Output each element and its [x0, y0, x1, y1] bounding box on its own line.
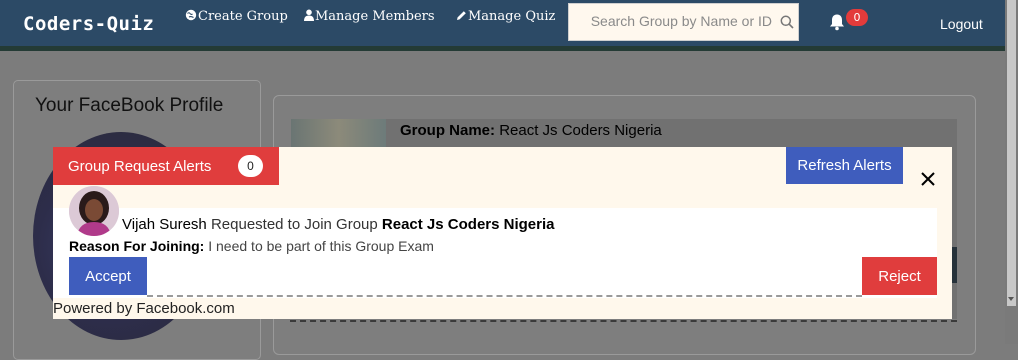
reject-button[interactable]: Reject — [862, 257, 937, 295]
brand-logo[interactable]: Coders-Quiz — [23, 13, 154, 35]
group-card-divider — [290, 320, 957, 322]
search-icon[interactable] — [780, 15, 794, 29]
pencil-icon — [457, 11, 466, 20]
logout-link[interactable]: Logout — [940, 16, 983, 32]
modal-header: Group Request Alerts 0 — [53, 147, 279, 185]
reason-text: Reason For Joining: I need to be part of… — [69, 238, 434, 254]
group-banner-image — [291, 119, 386, 149]
profile-title: Your FaceBook Profile — [35, 95, 224, 116]
alert-count-badge: 0 — [238, 155, 263, 177]
reason-label: Reason For Joining: — [69, 238, 205, 254]
scrollbar-thumb[interactable] — [1007, 0, 1016, 306]
nav-manage-quiz[interactable]: Manage Quiz — [456, 9, 555, 24]
close-icon[interactable] — [915, 166, 941, 192]
reason-value: I need to be part of this Group Exam — [208, 238, 434, 254]
request-user-name[interactable]: Vijah Suresh — [122, 216, 207, 233]
accept-button[interactable]: Accept — [69, 257, 147, 295]
scroll-down-arrow[interactable] — [1008, 297, 1014, 301]
nav-manage-quiz-label: Manage Quiz — [468, 9, 556, 24]
nav-manage-members[interactable]: Manage Members — [304, 9, 435, 24]
group-name-label: Group Name: — [400, 122, 496, 139]
modal-title: Group Request Alerts — [68, 158, 212, 175]
nav-create-group-label: Create Group — [198, 9, 288, 24]
avatar — [69, 186, 119, 236]
request-action-text: Requested to Join Group — [210, 216, 378, 233]
search-box[interactable] — [568, 3, 799, 41]
notification-badge: 0 — [846, 9, 868, 26]
powered-by-footer: Powered by Facebook.com — [53, 300, 235, 317]
user-icon — [304, 9, 314, 21]
request-divider — [147, 295, 862, 297]
globe-icon — [185, 9, 197, 21]
group-name: Group Name: React Js Coders Nigeria — [400, 122, 662, 139]
request-text: Vijah Suresh Requested to Join Group Rea… — [122, 216, 554, 233]
group-name-value: React Js Coders Nigeria — [499, 122, 662, 139]
nav-manage-members-label: Manage Members — [315, 9, 435, 24]
refresh-alerts-button[interactable]: Refresh Alerts — [786, 147, 903, 184]
search-input[interactable] — [577, 13, 772, 29]
bell-icon[interactable] — [828, 13, 846, 31]
request-group-name: React Js Coders Nigeria — [381, 216, 555, 233]
nav-create-group[interactable]: Create Group — [185, 9, 288, 24]
